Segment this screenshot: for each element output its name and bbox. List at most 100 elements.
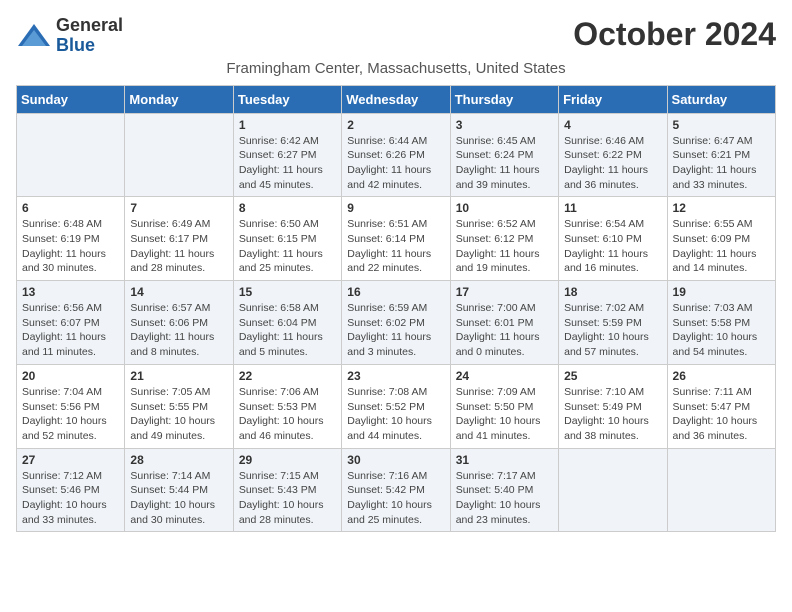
day-number: 28: [130, 453, 227, 467]
day-info: Sunrise: 6:44 AM Sunset: 6:26 PM Dayligh…: [347, 134, 444, 193]
calendar-cell: [559, 448, 667, 532]
day-number: 8: [239, 201, 336, 215]
day-number: 2: [347, 118, 444, 132]
day-number: 30: [347, 453, 444, 467]
day-number: 6: [22, 201, 119, 215]
calendar-cell: 4Sunrise: 6:46 AM Sunset: 6:22 PM Daylig…: [559, 113, 667, 197]
calendar-cell: 25 Sunrise: 7:10 AM Sunset: 5:49 PM Dayli…: [559, 364, 667, 448]
day-number: 16: [347, 285, 444, 299]
calendar-cell: 29 Sunrise: 7:15 AM Sunset: 5:43 PM Dayli…: [233, 448, 341, 532]
page-header: General Blue October 2024: [16, 16, 776, 56]
col-wednesday: Wednesday: [342, 85, 450, 113]
day-number: 26: [673, 369, 770, 383]
calendar-week-row: 13 Sunrise: 6:56 AM Sunset: 6:07 PM Dayli…: [17, 281, 776, 365]
calendar-cell: 2 Sunrise: 6:44 AM Sunset: 6:26 PM Daylig…: [342, 113, 450, 197]
calendar-cell: 17 Sunrise: 7:00 AM Sunset: 6:01 PM Dayli…: [450, 281, 558, 365]
calendar-cell: 12Sunrise: 6:55 AM Sunset: 6:09 PM Dayli…: [667, 197, 775, 281]
day-info: Sunrise: 6:54 AM Sunset: 6:10 PM Dayligh…: [564, 217, 661, 276]
day-number: 27: [22, 453, 119, 467]
calendar-cell: 21Sunrise: 7:05 AM Sunset: 5:55 PM Dayli…: [125, 364, 233, 448]
day-info: Sunrise: 7:09 AM Sunset: 5:50 PM Dayligh…: [456, 385, 553, 444]
calendar-cell: 14 Sunrise: 6:57 AM Sunset: 6:06 PM Dayli…: [125, 281, 233, 365]
day-number: 19: [673, 285, 770, 299]
day-number: 3: [456, 118, 553, 132]
col-friday: Friday: [559, 85, 667, 113]
calendar-week-row: 20 Sunrise: 7:04 AM Sunset: 5:56 PM Dayli…: [17, 364, 776, 448]
day-info: Sunrise: 7:11 AM Sunset: 5:47 PM Dayligh…: [673, 385, 770, 444]
day-info: Sunrise: 7:12 AM Sunset: 5:46 PM Dayligh…: [22, 469, 119, 528]
day-info: Sunrise: 6:56 AM Sunset: 6:07 PM Dayligh…: [22, 301, 119, 360]
col-saturday: Saturday: [667, 85, 775, 113]
calendar-cell: 3 Sunrise: 6:45 AM Sunset: 6:24 PM Daylig…: [450, 113, 558, 197]
day-info: Sunrise: 6:48 AM Sunset: 6:19 PM Dayligh…: [22, 217, 119, 276]
day-number: 20: [22, 369, 119, 383]
day-number: 23: [347, 369, 444, 383]
day-info: Sunrise: 6:58 AM Sunset: 6:04 PM Dayligh…: [239, 301, 336, 360]
day-info: Sunrise: 7:17 AM Sunset: 5:40 PM Dayligh…: [456, 469, 553, 528]
day-info: Sunrise: 6:55 AM Sunset: 6:09 PM Dayligh…: [673, 217, 770, 276]
day-number: 1: [239, 118, 336, 132]
month-title: October 2024: [573, 16, 776, 53]
logo-icon: [16, 22, 52, 50]
day-number: 15: [239, 285, 336, 299]
day-number: 5: [673, 118, 770, 132]
day-info: Sunrise: 7:08 AM Sunset: 5:52 PM Dayligh…: [347, 385, 444, 444]
day-info: Sunrise: 7:15 AM Sunset: 5:43 PM Dayligh…: [239, 469, 336, 528]
day-number: 7: [130, 201, 227, 215]
day-info: Sunrise: 7:02 AM Sunset: 5:59 PM Dayligh…: [564, 301, 661, 360]
day-info: Sunrise: 6:59 AM Sunset: 6:02 PM Dayligh…: [347, 301, 444, 360]
day-info: Sunrise: 7:10 AM Sunset: 5:49 PM Dayligh…: [564, 385, 661, 444]
day-info: Sunrise: 6:51 AM Sunset: 6:14 PM Dayligh…: [347, 217, 444, 276]
calendar-week-row: 6 Sunrise: 6:48 AM Sunset: 6:19 PM Daylig…: [17, 197, 776, 281]
day-info: Sunrise: 7:05 AM Sunset: 5:55 PM Dayligh…: [130, 385, 227, 444]
day-number: 14: [130, 285, 227, 299]
day-info: Sunrise: 6:42 AM Sunset: 6:27 PM Dayligh…: [239, 134, 336, 193]
day-info: Sunrise: 6:45 AM Sunset: 6:24 PM Dayligh…: [456, 134, 553, 193]
calendar-cell: 26 Sunrise: 7:11 AM Sunset: 5:47 PM Dayli…: [667, 364, 775, 448]
calendar-cell: 31Sunrise: 7:17 AM Sunset: 5:40 PM Dayli…: [450, 448, 558, 532]
day-number: 25: [564, 369, 661, 383]
calendar-cell: 7 Sunrise: 6:49 AM Sunset: 6:17 PM Daylig…: [125, 197, 233, 281]
day-number: 17: [456, 285, 553, 299]
calendar-cell: 13 Sunrise: 6:56 AM Sunset: 6:07 PM Dayli…: [17, 281, 125, 365]
col-sunday: Sunday: [17, 85, 125, 113]
col-thursday: Thursday: [450, 85, 558, 113]
day-info: Sunrise: 7:00 AM Sunset: 6:01 PM Dayligh…: [456, 301, 553, 360]
day-number: 11: [564, 201, 661, 215]
col-tuesday: Tuesday: [233, 85, 341, 113]
day-info: Sunrise: 7:14 AM Sunset: 5:44 PM Dayligh…: [130, 469, 227, 528]
day-number: 10: [456, 201, 553, 215]
calendar-cell: 5 Sunrise: 6:47 AM Sunset: 6:21 PM Daylig…: [667, 113, 775, 197]
calendar-cell: 8Sunrise: 6:50 AM Sunset: 6:15 PM Daylig…: [233, 197, 341, 281]
day-number: 13: [22, 285, 119, 299]
logo: General Blue: [16, 16, 123, 56]
calendar-cell: 22 Sunrise: 7:06 AM Sunset: 5:53 PM Dayli…: [233, 364, 341, 448]
calendar-cell: 15 Sunrise: 6:58 AM Sunset: 6:04 PM Dayli…: [233, 281, 341, 365]
calendar-cell: 23 Sunrise: 7:08 AM Sunset: 5:52 PM Dayli…: [342, 364, 450, 448]
day-info: Sunrise: 6:49 AM Sunset: 6:17 PM Dayligh…: [130, 217, 227, 276]
day-number: 24: [456, 369, 553, 383]
day-number: 22: [239, 369, 336, 383]
calendar-cell: 18Sunrise: 7:02 AM Sunset: 5:59 PM Dayli…: [559, 281, 667, 365]
calendar-cell: 28 Sunrise: 7:14 AM Sunset: 5:44 PM Dayli…: [125, 448, 233, 532]
day-number: 9: [347, 201, 444, 215]
calendar-cell: 20 Sunrise: 7:04 AM Sunset: 5:56 PM Dayli…: [17, 364, 125, 448]
calendar-table: Sunday Monday Tuesday Wednesday Thursday…: [16, 85, 776, 533]
day-number: 29: [239, 453, 336, 467]
calendar-cell: 9 Sunrise: 6:51 AM Sunset: 6:14 PM Daylig…: [342, 197, 450, 281]
day-info: Sunrise: 7:04 AM Sunset: 5:56 PM Dayligh…: [22, 385, 119, 444]
day-number: 4: [564, 118, 661, 132]
day-info: Sunrise: 6:47 AM Sunset: 6:21 PM Dayligh…: [673, 134, 770, 193]
day-info: Sunrise: 7:06 AM Sunset: 5:53 PM Dayligh…: [239, 385, 336, 444]
calendar-cell: [17, 113, 125, 197]
subtitle: Framingham Center, Massachusetts, United…: [16, 60, 776, 77]
calendar-cell: 30 Sunrise: 7:16 AM Sunset: 5:42 PM Dayli…: [342, 448, 450, 532]
day-info: Sunrise: 6:52 AM Sunset: 6:12 PM Dayligh…: [456, 217, 553, 276]
calendar-cell: 1 Sunrise: 6:42 AM Sunset: 6:27 PM Daylig…: [233, 113, 341, 197]
day-info: Sunrise: 7:03 AM Sunset: 5:58 PM Dayligh…: [673, 301, 770, 360]
calendar-cell: [125, 113, 233, 197]
day-info: Sunrise: 6:57 AM Sunset: 6:06 PM Dayligh…: [130, 301, 227, 360]
day-info: Sunrise: 7:16 AM Sunset: 5:42 PM Dayligh…: [347, 469, 444, 528]
calendar-cell: 24 Sunrise: 7:09 AM Sunset: 5:50 PM Dayli…: [450, 364, 558, 448]
calendar-header-row: Sunday Monday Tuesday Wednesday Thursday…: [17, 85, 776, 113]
